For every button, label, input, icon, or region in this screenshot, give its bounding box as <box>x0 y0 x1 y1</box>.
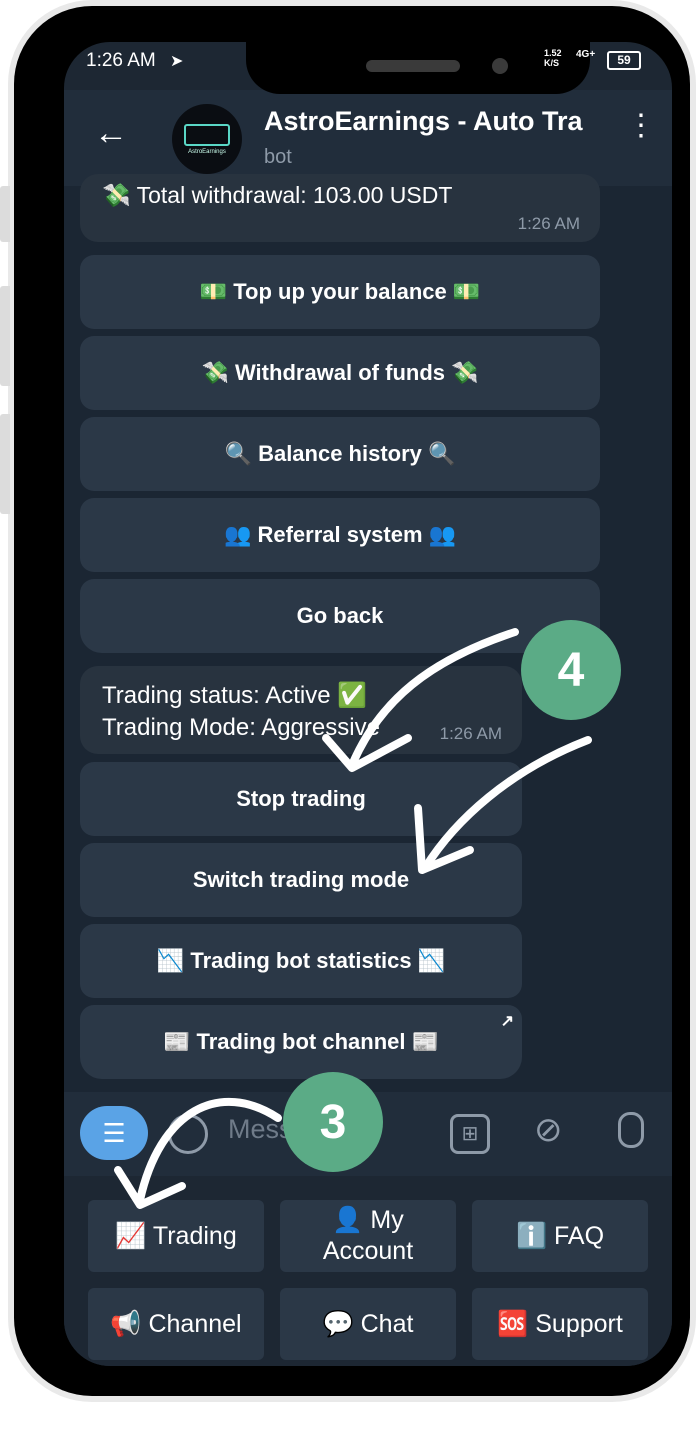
trading-status-text: Trading status: Active ✅ <box>102 682 368 709</box>
more-vert-icon[interactable]: ⋮ <box>626 111 656 141</box>
faq-button[interactable]: ℹ️ FAQ <box>472 1200 648 1272</box>
camera <box>492 58 508 74</box>
step-badge-4: 4 <box>521 620 621 720</box>
arrow-back-icon[interactable]: ← <box>94 114 128 153</box>
speaker <box>366 60 460 72</box>
go-back-button[interactable]: Go back <box>80 579 600 653</box>
apps-icon[interactable]: ⊞ <box>450 1114 490 1154</box>
chat-header: ← AstroEarnings AstroEarnings - Auto Tra… <box>64 90 672 186</box>
menu-icon[interactable]: ☰ <box>80 1106 148 1160</box>
emoji-icon[interactable] <box>168 1114 208 1154</box>
withdrawal-message: 💸 Total withdrawal: 103.00 USDT 1:26 AM <box>80 174 600 242</box>
open-external-icon: ↗ <box>500 1013 514 1030</box>
switch-mode-button[interactable]: Switch trading mode <box>80 843 522 917</box>
referral-button[interactable]: 👥 Referral system 👥 <box>80 498 600 572</box>
bot-statistics-button[interactable]: 📉 Trading bot statistics 📉 <box>80 924 522 998</box>
chat-button[interactable]: 💬 Chat <box>280 1288 456 1360</box>
balance-history-button[interactable]: 🔍 Balance history 🔍 <box>80 417 600 491</box>
status-time: 1:26 AM <box>86 50 156 71</box>
avatar-text: AstroEarnings <box>188 148 226 155</box>
message-text: 💸 Total withdrawal: 103.00 USDT <box>102 182 453 208</box>
side-button <box>0 186 10 242</box>
notch <box>246 42 590 94</box>
trading-status-message: Trading status: Active ✅ Trading Mode: A… <box>80 666 522 754</box>
message-time: 1:26 AM <box>439 724 502 743</box>
side-button <box>0 286 10 386</box>
signal-indicator: 4G+ <box>576 49 596 60</box>
chat-subtitle: bot <box>264 146 292 168</box>
message-time: 1:26 AM <box>517 214 580 233</box>
side-button <box>0 414 10 514</box>
stop-trading-button[interactable]: Stop trading <box>80 762 522 836</box>
button-label: 📰 Trading bot channel 📰 <box>162 1029 440 1054</box>
battery-indicator: 59 <box>607 51 641 70</box>
attach-icon[interactable]: ⊘ <box>534 1110 563 1150</box>
send-icon: ➤ <box>170 53 184 70</box>
channel-button[interactable]: 📢 Channel <box>88 1288 264 1360</box>
trading-mode-text: Trading Mode: Aggressive <box>102 714 380 741</box>
withdrawal-button[interactable]: 💸 Withdrawal of funds 💸 <box>80 336 600 410</box>
logo-icon <box>184 123 230 146</box>
step-badge-3: 3 <box>283 1072 383 1172</box>
my-account-button[interactable]: 👤 My Account <box>280 1200 456 1272</box>
bot-channel-button[interactable]: 📰 Trading bot channel 📰 ↗ <box>80 1005 522 1079</box>
trading-button[interactable]: 📈 Trading <box>88 1200 264 1272</box>
chat-title[interactable]: AstroEarnings - Auto Tra <box>264 106 594 137</box>
reply-keyboard: 📈 Trading 👤 My Account ℹ️ FAQ 📢 Channel … <box>64 1176 672 1366</box>
mic-icon[interactable] <box>618 1112 644 1148</box>
network-speed: 1.52 K/S <box>544 48 562 68</box>
support-button[interactable]: 🆘 Support <box>472 1288 648 1360</box>
avatar[interactable]: AstroEarnings <box>172 104 242 174</box>
top-up-button[interactable]: 💵 Top up your balance 💵 <box>80 255 600 329</box>
